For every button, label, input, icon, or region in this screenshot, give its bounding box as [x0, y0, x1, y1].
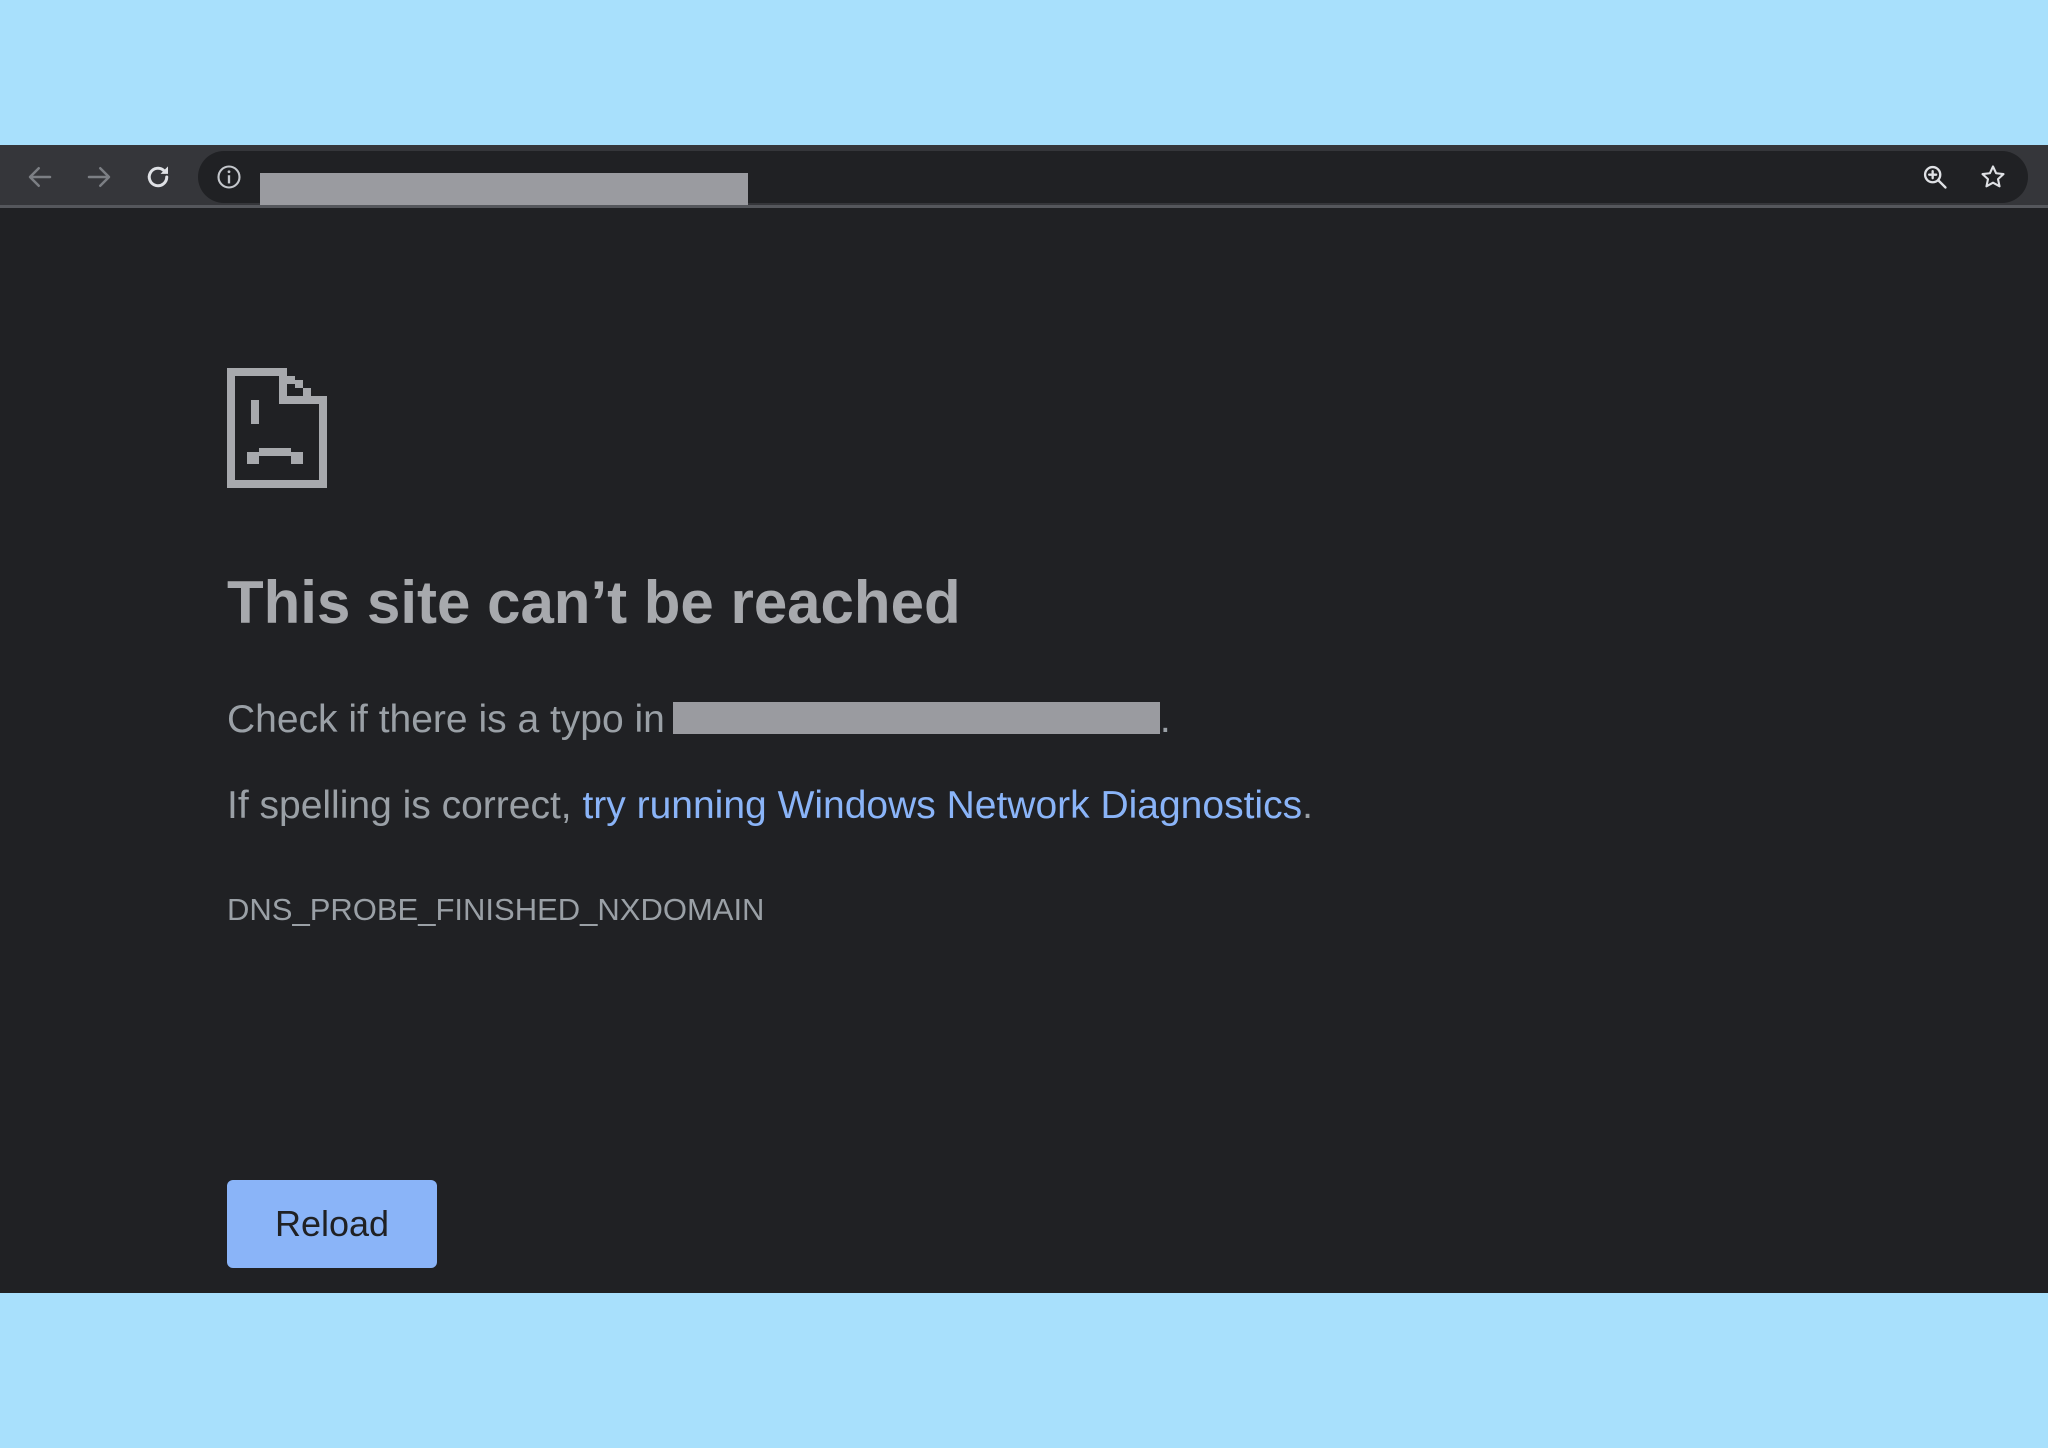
sad-document-icon — [227, 368, 327, 488]
error-code: DNS_PROBE_FINISHED_NXDOMAIN — [227, 892, 765, 927]
error-title: This site can’t be reached — [227, 569, 961, 636]
network-diagnostics-link[interactable]: try running Windows Network Diagnostics — [582, 784, 1302, 827]
address-bar[interactable] — [198, 151, 2028, 205]
url-redaction — [260, 173, 748, 205]
spelling-hint: If spelling is correct, try running Wind… — [227, 781, 1313, 831]
star-icon — [1981, 165, 2005, 188]
reload-page-button[interactable] — [136, 155, 180, 199]
zoom-button[interactable] — [1917, 159, 1953, 195]
spelling-hint-period: . — [1302, 784, 1313, 827]
bookmark-button[interactable] — [1975, 159, 2011, 195]
browser-window: This site can’t be reached Check if ther… — [0, 145, 2048, 1293]
typo-hint-text: Check if there is a typo in — [227, 698, 665, 741]
hostname-redaction — [672, 702, 1160, 734]
spelling-hint-text: If spelling is correct, — [227, 784, 583, 827]
site-info-button[interactable] — [214, 162, 244, 192]
reload-button[interactable]: Reload — [227, 1180, 437, 1268]
info-icon — [217, 165, 241, 189]
typo-hint-period: . — [1159, 698, 1171, 741]
forward-button[interactable] — [77, 155, 121, 199]
arrow-left-icon — [28, 167, 52, 187]
arrow-right-icon — [87, 167, 111, 187]
back-button[interactable] — [18, 155, 62, 199]
typo-hint: Check if there is a typo in. — [227, 695, 1171, 745]
refresh-icon — [147, 166, 169, 188]
browser-toolbar — [0, 145, 2048, 208]
zoom-in-icon — [1923, 165, 1947, 189]
